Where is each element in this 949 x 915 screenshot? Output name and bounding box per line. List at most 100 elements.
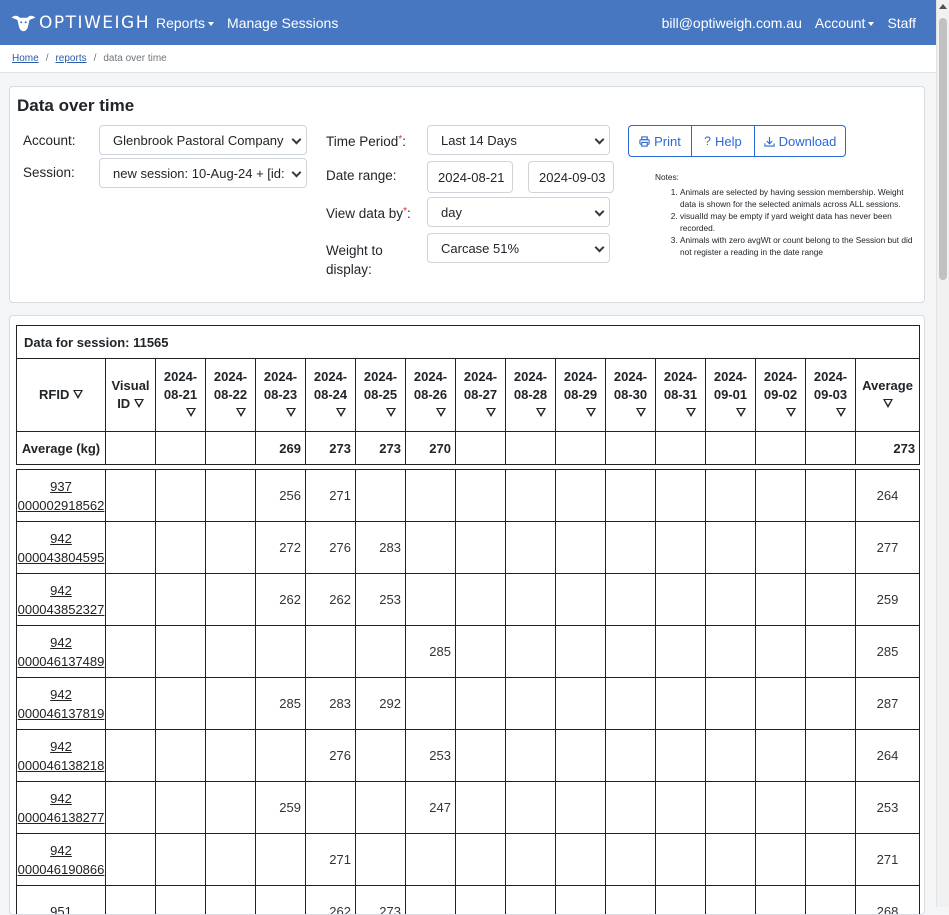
chevron-down-icon xyxy=(595,243,605,253)
rfid-number: 000046137819 xyxy=(18,706,105,721)
col-header-date[interactable]: 2024-08-29 xyxy=(556,359,606,432)
page-scrollbar[interactable] xyxy=(936,0,949,907)
rfid-link[interactable]: 942000046190866 xyxy=(18,843,105,877)
notes-panel: Notes: Animals are selected by having se… xyxy=(655,171,920,258)
filter-triangle-icon[interactable] xyxy=(134,399,144,408)
col-header-visual-id[interactable]: Visual ID xyxy=(106,359,156,432)
weight-cell xyxy=(656,834,706,886)
col-header-average[interactable]: Average xyxy=(856,359,920,432)
weight-cell xyxy=(806,470,856,522)
brand-text: OPTIWEIGH xyxy=(39,13,150,33)
col-header-date[interactable]: 2024-08-21 xyxy=(156,359,206,432)
col-header-date[interactable]: 2024-09-01 xyxy=(706,359,756,432)
weight-cell xyxy=(256,886,306,915)
date-to-input[interactable]: 2024-09-03 xyxy=(528,161,614,193)
nav-account-dropdown[interactable]: Account xyxy=(815,15,875,31)
weight-cell xyxy=(156,522,206,574)
filter-triangle-icon[interactable] xyxy=(786,408,796,417)
chevron-down-icon xyxy=(292,135,302,145)
weight-cell: 262 xyxy=(306,574,356,626)
weight-select[interactable]: Carcase 51% xyxy=(427,233,610,263)
nav-reports-dropdown[interactable]: Reports xyxy=(156,15,214,31)
col-header-date[interactable]: 2024-08-23 xyxy=(256,359,306,432)
scrollbar-thumb[interactable] xyxy=(939,18,947,280)
row-average-cell: 259 xyxy=(856,574,920,626)
account-select[interactable]: Glenbrook Pastoral Company xyxy=(99,125,307,155)
weight-cell xyxy=(356,730,406,782)
nav-user-email[interactable]: bill@optiweigh.com.au xyxy=(662,15,802,31)
col-header-date-label: 2024-08-27 xyxy=(464,368,498,404)
notes-title: Notes: xyxy=(655,171,920,183)
filter-triangle-icon[interactable] xyxy=(883,399,893,408)
weight-cell: 262 xyxy=(256,574,306,626)
weight-cell xyxy=(556,678,606,730)
rfid-link[interactable]: 942000046138277 xyxy=(18,791,105,825)
filter-triangle-icon[interactable] xyxy=(186,408,196,417)
table-row: 942000046137819285283292287 xyxy=(17,678,920,730)
rfid-link[interactable]: 942000046137489 xyxy=(18,635,105,669)
weight-cell xyxy=(706,782,756,834)
weight-cell xyxy=(806,782,856,834)
col-header-rfid[interactable]: RFID xyxy=(17,359,106,432)
col-header-date[interactable]: 2024-08-26 xyxy=(406,359,456,432)
download-button[interactable]: Download xyxy=(755,126,845,156)
col-header-date[interactable]: 2024-09-02 xyxy=(756,359,806,432)
col-header-date[interactable]: 2024-08-31 xyxy=(656,359,706,432)
filter-triangle-icon[interactable] xyxy=(736,408,746,417)
rfid-prefix: 942 xyxy=(50,531,72,546)
average-row: Average (kg)269273273270273 xyxy=(17,432,920,465)
col-header-date[interactable]: 2024-08-24 xyxy=(306,359,356,432)
note-item: Animals are selected by having session m… xyxy=(680,186,920,210)
filter-triangle-icon[interactable] xyxy=(386,408,396,417)
col-header-date[interactable]: 2024-08-28 xyxy=(506,359,556,432)
filter-triangle-icon[interactable] xyxy=(73,390,83,399)
weight-cell xyxy=(406,470,456,522)
table-header-row: RFID Visual ID 2024-08-212024-08-222024-… xyxy=(17,359,920,432)
col-header-date[interactable]: 2024-08-25 xyxy=(356,359,406,432)
weight-cell: 276 xyxy=(306,522,356,574)
brand-logo[interactable]: OPTIWEIGH xyxy=(10,0,150,45)
nav-manage-sessions[interactable]: Manage Sessions xyxy=(227,15,338,31)
row-average-cell: 264 xyxy=(856,470,920,522)
filter-triangle-icon[interactable] xyxy=(436,408,446,417)
time-period-select[interactable]: Last 14 Days xyxy=(427,125,610,155)
col-header-date[interactable]: 2024-08-22 xyxy=(206,359,256,432)
rfid-link[interactable]: 951 xyxy=(50,904,72,915)
scroll-up-arrow-icon[interactable] xyxy=(939,4,947,9)
col-header-date[interactable]: 2024-08-30 xyxy=(606,359,656,432)
col-header-date[interactable]: 2024-08-27 xyxy=(456,359,506,432)
filter-triangle-icon[interactable] xyxy=(836,408,846,417)
rfid-link[interactable]: 942000046137819 xyxy=(18,687,105,721)
print-button[interactable]: Print xyxy=(629,126,692,156)
weight-value: Carcase 51% xyxy=(441,241,519,256)
average-cell xyxy=(656,432,706,465)
nav-staff[interactable]: Staff xyxy=(887,15,916,31)
filter-triangle-icon[interactable] xyxy=(636,408,646,417)
session-select[interactable]: new session: 10-Aug-24 + [id: xyxy=(99,158,307,188)
breadcrumb-reports[interactable]: reports xyxy=(55,53,86,64)
time-period-value: Last 14 Days xyxy=(441,133,517,148)
rfid-link[interactable]: 942000046138218 xyxy=(18,739,105,773)
rfid-link[interactable]: 942000043804595 xyxy=(18,531,105,565)
rfid-prefix: 942 xyxy=(50,843,72,858)
date-from-input[interactable]: 2024-08-21 xyxy=(427,161,513,193)
weight-cell xyxy=(606,522,656,574)
average-cell xyxy=(706,432,756,465)
filter-triangle-icon[interactable] xyxy=(586,408,596,417)
filter-triangle-icon[interactable] xyxy=(686,408,696,417)
weight-cell xyxy=(456,522,506,574)
filter-triangle-icon[interactable] xyxy=(336,408,346,417)
breadcrumb-home[interactable]: Home xyxy=(12,53,39,64)
visual-id-cell xyxy=(106,626,156,678)
filter-triangle-icon[interactable] xyxy=(286,408,296,417)
col-header-date[interactable]: 2024-09-03 xyxy=(806,359,856,432)
visual-id-cell xyxy=(106,782,156,834)
filter-triangle-icon[interactable] xyxy=(486,408,496,417)
rfid-link[interactable]: 937000002918562 xyxy=(18,479,105,513)
rfid-link[interactable]: 942000043852327 xyxy=(18,583,105,617)
filter-triangle-icon[interactable] xyxy=(236,408,246,417)
weight-cell xyxy=(806,834,856,886)
help-button[interactable]: ? Help xyxy=(692,126,755,156)
view-by-select[interactable]: day xyxy=(427,197,610,227)
filter-triangle-icon[interactable] xyxy=(536,408,546,417)
